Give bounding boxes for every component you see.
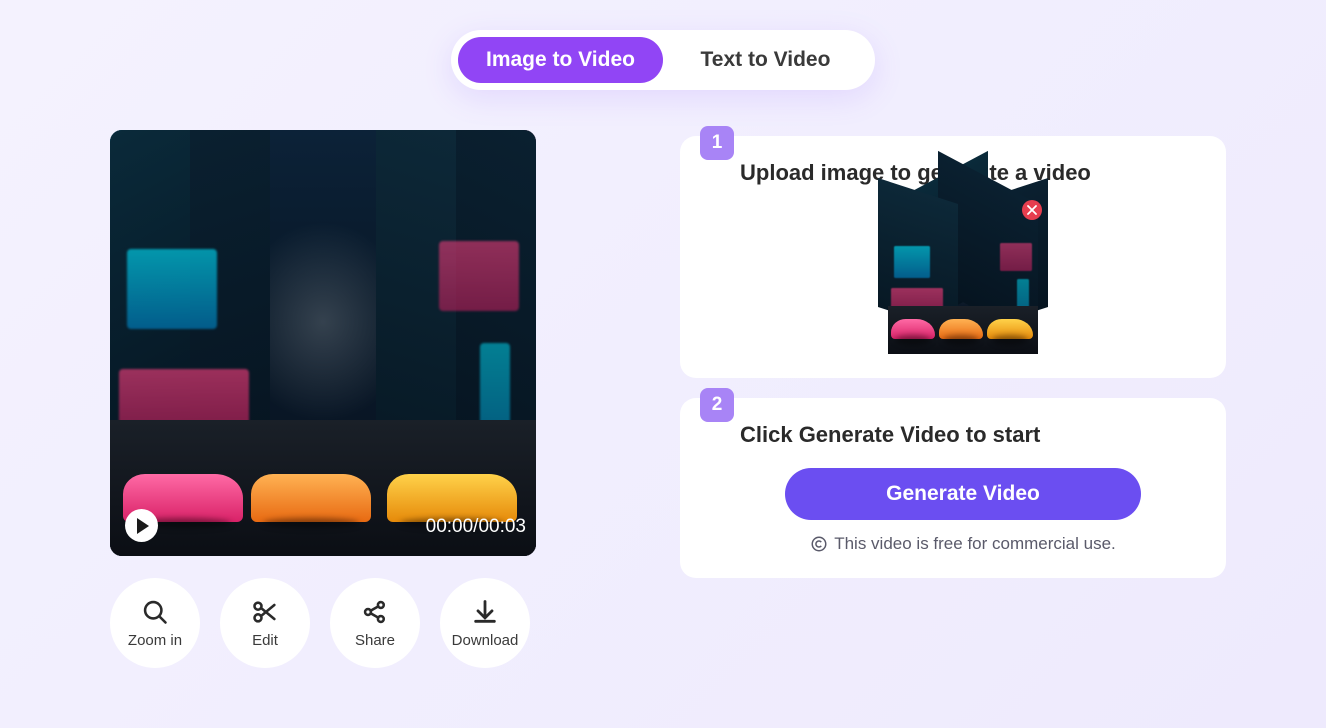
close-icon	[1027, 205, 1037, 215]
video-preview[interactable]: 00:00/00:03	[110, 130, 536, 556]
license-note: This video is free for commercial use.	[740, 534, 1186, 554]
play-icon	[137, 518, 149, 534]
share-icon	[361, 598, 389, 626]
license-text: This video is free for commercial use.	[834, 534, 1116, 554]
step-1-badge: 1	[700, 126, 734, 160]
video-timestamp: 00:00/00:03	[426, 516, 526, 538]
copyright-icon	[810, 535, 828, 553]
download-label: Download	[452, 632, 519, 649]
download-button[interactable]: Download	[440, 578, 530, 668]
share-label: Share	[355, 632, 395, 649]
scissors-icon	[251, 598, 279, 626]
generate-video-button[interactable]: Generate Video	[785, 468, 1141, 520]
share-button[interactable]: Share	[330, 578, 420, 668]
edit-button[interactable]: Edit	[220, 578, 310, 668]
zoom-in-button[interactable]: Zoom in	[110, 578, 200, 668]
tab-text-to-video[interactable]: Text to Video	[663, 37, 868, 83]
play-button[interactable]	[125, 509, 158, 542]
preview-scene-image	[110, 130, 536, 556]
uploaded-image-thumbnail[interactable]	[888, 204, 1038, 354]
thumbnail-scene-image	[888, 204, 1038, 354]
step-1-card: 1 Upload image to generate a video	[680, 136, 1226, 378]
remove-image-button[interactable]	[1022, 200, 1042, 220]
mode-tab-switcher: Image to Video Text to Video	[451, 30, 875, 90]
zoom-in-icon	[141, 598, 169, 626]
edit-label: Edit	[252, 632, 278, 649]
tab-image-to-video[interactable]: Image to Video	[458, 37, 663, 83]
step-2-title: Click Generate Video to start	[740, 422, 1186, 448]
download-icon	[471, 598, 499, 626]
step-2-badge: 2	[700, 388, 734, 422]
zoom-in-label: Zoom in	[128, 632, 182, 649]
step-2-card: 2 Click Generate Video to start Generate…	[680, 398, 1226, 578]
